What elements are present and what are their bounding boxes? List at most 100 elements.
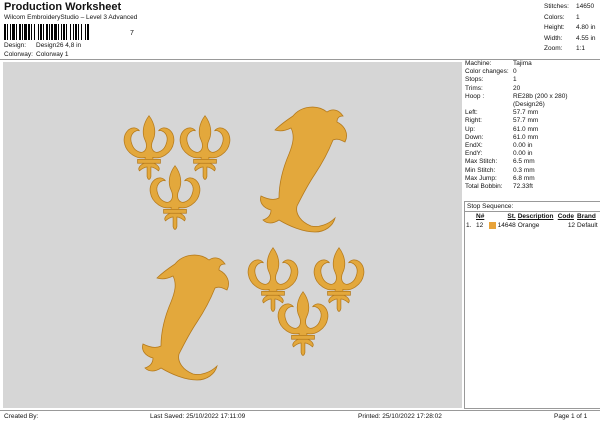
detail-label: Total Bobbin: bbox=[465, 183, 503, 191]
detail-value: 6.8 mm bbox=[513, 174, 535, 182]
barcode-bar bbox=[16, 24, 17, 40]
detail-value: 61.0 mm bbox=[513, 125, 539, 133]
stop-sequence-table: N# St. Description Code Brand 1. 12 14648 O… bbox=[465, 212, 600, 230]
sequence-needle: 12 bbox=[476, 222, 484, 230]
barcode bbox=[4, 24, 89, 40]
fleur-5 bbox=[313, 247, 365, 312]
detail-value: 0.3 mm bbox=[513, 166, 535, 174]
detail-value: 20 bbox=[513, 84, 521, 92]
detail-row: Max Stitch: 6.5 mm bbox=[465, 158, 598, 166]
detail-row: EndY: 0.00 in bbox=[465, 150, 598, 158]
barcode-bar bbox=[7, 24, 8, 40]
design-value: Design26 4,8 in bbox=[36, 42, 82, 49]
sequence-code: 12 bbox=[567, 222, 576, 230]
detail-label: Down: bbox=[465, 133, 484, 141]
detail-row: Trims: 20 bbox=[465, 85, 598, 93]
barcode-bar bbox=[24, 24, 27, 40]
sequence-row: 1. 12 14648 Orange 12 Default bbox=[465, 221, 600, 230]
dolphin-1 bbox=[259, 106, 348, 233]
dolphin-2 bbox=[141, 254, 230, 381]
fleur-6 bbox=[277, 291, 329, 356]
stat-label: Stitches: bbox=[544, 3, 569, 10]
barcode-bar bbox=[19, 24, 21, 40]
detail-row: EndX: 0.00 in bbox=[465, 142, 598, 150]
detail-value: (Design26) bbox=[513, 101, 545, 109]
detail-label: Right: bbox=[465, 117, 482, 125]
detail-row: Min Stitch: 0.3 mm bbox=[465, 167, 598, 175]
last-saved: Last Saved: 25/10/2022 17:11:09 bbox=[150, 413, 246, 420]
detail-row: Machine: Tajima bbox=[465, 60, 598, 68]
detail-row: Right: 57.7 mm bbox=[465, 117, 598, 125]
stat-value: 1 bbox=[576, 13, 580, 21]
stat-row: Stitches: 14650 bbox=[544, 2, 598, 13]
barcode-bar bbox=[73, 24, 74, 40]
col-n: N# bbox=[476, 213, 485, 220]
detail-label: EndY: bbox=[465, 150, 483, 158]
fleur-1 bbox=[123, 115, 175, 180]
detail-row: Left: 57.7 mm bbox=[465, 109, 598, 117]
detail-value: 0 bbox=[513, 68, 517, 76]
detail-label: Min Stitch: bbox=[465, 166, 496, 174]
sequence-stitches-cell: 14648 bbox=[486, 221, 517, 230]
detail-row: Stops: 1 bbox=[465, 76, 598, 84]
color-swatch bbox=[488, 222, 496, 229]
design-label: Design: bbox=[4, 42, 27, 49]
software-name: Wilcom EmbroideryStudio – Level 3 Advanc… bbox=[4, 14, 138, 21]
barcode-bar bbox=[10, 24, 11, 40]
colorway-value: Colorway 1 bbox=[36, 51, 69, 58]
stat-row: Height: 4.80 in bbox=[544, 23, 598, 34]
detail-row: Up: 61.0 mm bbox=[465, 126, 598, 134]
detail-value: 61.0 mm bbox=[513, 133, 539, 141]
fleur-4 bbox=[247, 247, 299, 312]
detail-value: Tajima bbox=[513, 60, 532, 67]
barcode-bar bbox=[4, 24, 6, 40]
detail-value: 72.33ft bbox=[513, 183, 533, 191]
stat-row: Width: 4.55 in bbox=[544, 34, 598, 45]
barcode-bar bbox=[34, 24, 35, 40]
footer: Created By: Last Saved: 25/10/2022 17:11… bbox=[0, 410, 600, 424]
barcode-bar bbox=[75, 24, 77, 40]
detail-label: Color changes: bbox=[465, 68, 509, 76]
stat-row: Zoom: 1:1 bbox=[544, 44, 598, 55]
barcode-bar bbox=[63, 24, 65, 40]
sequence-index: 1. bbox=[466, 222, 472, 230]
detail-label: Max Stitch: bbox=[465, 158, 498, 166]
barcode-bar bbox=[49, 24, 50, 40]
barcode-bar bbox=[78, 24, 79, 40]
barcode-bar bbox=[40, 24, 42, 40]
barcode-bar bbox=[87, 24, 89, 40]
detail-label: Left: bbox=[465, 109, 478, 117]
page-number: Page 1 of 1 bbox=[554, 413, 588, 420]
colorway-label: Colorway: bbox=[4, 51, 33, 58]
barcode-bar bbox=[12, 24, 15, 40]
col-brand: Brand bbox=[577, 213, 596, 220]
detail-label: Stops: bbox=[465, 76, 484, 84]
detail-value: RE28b (200 x 280) bbox=[513, 92, 568, 100]
barcode-bar bbox=[58, 24, 59, 40]
barcode-bar bbox=[51, 24, 53, 40]
detail-row: Down: 61.0 mm bbox=[465, 134, 598, 142]
page-title: Production Worksheet bbox=[4, 1, 122, 13]
barcode-bar bbox=[38, 24, 39, 40]
barcode-glyph: 7 bbox=[130, 30, 134, 37]
barcode-bar bbox=[61, 24, 62, 40]
detail-label: Hoop : bbox=[465, 92, 485, 100]
detail-label: Max Jump: bbox=[465, 174, 497, 182]
barcode-bar bbox=[22, 24, 23, 40]
barcode-bar bbox=[85, 24, 86, 40]
stat-value: 14650 bbox=[576, 3, 595, 10]
stop-sequence: Stop Sequence: N# St. Description Code B… bbox=[464, 201, 600, 409]
sequence-brand: Default bbox=[577, 222, 598, 230]
detail-label: EndX: bbox=[465, 142, 483, 150]
stat-label: Zoom: bbox=[544, 45, 563, 52]
detail-value: 57.7 mm bbox=[513, 117, 539, 125]
detail-value: 57.7 mm bbox=[513, 109, 539, 117]
barcode-bar bbox=[43, 24, 44, 40]
detail-label: Trims: bbox=[465, 84, 483, 92]
sequence-stitches: 14648 bbox=[497, 222, 516, 230]
machine-details: Machine: Tajima Color changes: 0 Stops: 1 Trim… bbox=[465, 60, 598, 191]
detail-row: Hoop : RE28b (200 x 280) bbox=[465, 93, 598, 101]
detail-row: (Design26) bbox=[465, 101, 598, 109]
detail-label: Up: bbox=[465, 125, 476, 133]
col-code: Code bbox=[557, 213, 574, 220]
